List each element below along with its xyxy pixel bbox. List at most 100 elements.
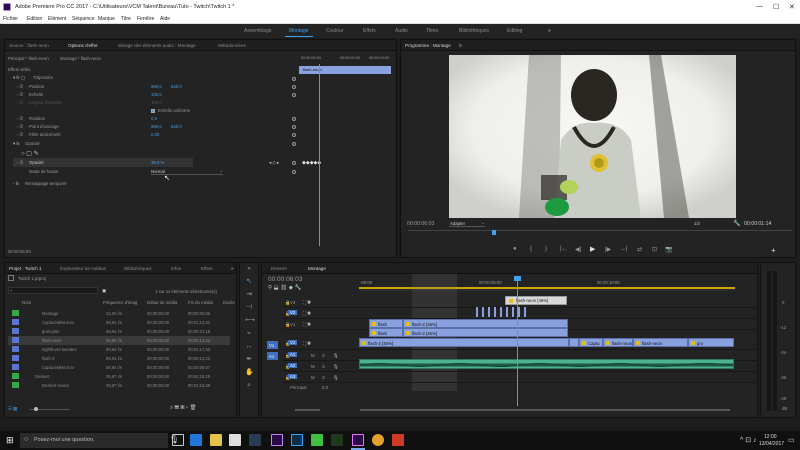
tab-effect-options[interactable]: Options d'effet [68,43,97,48]
microphone-icon[interactable]: 🎙 [333,375,338,381]
project-item[interactable]: Dessert 29,97 i/s 00;00;00;00 00;04;15;29 [8,372,230,381]
project-item[interactable]: gros-plan 59,94 i/s 00;00;00;00 00;00;21;18 [8,327,230,336]
clip-neon-b-v1[interactable]: flash-neon [633,338,688,347]
file-explorer-icon[interactable] [210,434,222,446]
workspace-couleur[interactable]: Couleur [326,28,344,34]
slip-tool-icon[interactable]: ↔ [245,343,253,351]
hamburger-menu-icon[interactable]: ≡ [459,43,462,48]
red-app-icon[interactable] [392,434,404,446]
notifications-icon[interactable]: ▭ [788,436,795,444]
eye-icon[interactable]: ⛶ ◉ [303,300,311,305]
workspace-more-icon[interactable]: » [548,28,551,34]
tab-info[interactable]: Infos [171,266,181,271]
col-media-end[interactable]: Fin du média [188,300,213,305]
stopwatch-icon[interactable]: › ⏱ [17,116,23,121]
clip-neon-a-v1[interactable]: flash-neon [603,338,633,347]
tab-program[interactable]: Programme : Montage [405,43,451,48]
prop-rotation-value[interactable]: 0,0 [151,116,157,121]
source-patch-a1[interactable]: A1 [267,352,278,360]
add-marker-icon[interactable]: ● [513,246,517,252]
tab-media-browser[interactable]: Explorateur de médias [60,266,106,271]
green-app-icon[interactable] [311,434,323,446]
resolution-value[interactable]: 1/2 [694,221,700,226]
mute-toggle[interactable]: M [311,375,315,380]
stopwatch-icon[interactable]: › ⏱ [17,124,23,129]
keyframe-nav-icon[interactable]: ◂ ◇ ▸ [269,160,279,166]
microphone-icon[interactable]: 🎙 [333,353,338,359]
chrome-icon[interactable] [372,434,384,446]
reset-icon[interactable] [292,133,296,137]
taskbar-search-box[interactable]: ○ Posez-moi une question. [20,433,168,448]
hand-tool-icon[interactable]: ✋ [245,369,254,377]
track-name-a1[interactable]: A1 [288,352,298,357]
project-footer-icons[interactable]: ⌕ ▤ ▣ ▫ 🗑 [170,405,197,412]
minimize-button[interactable]: — [756,3,763,10]
taskbar-date[interactable]: 13/04/2017 [759,441,784,447]
taskbar-time[interactable]: 12:00 [764,434,777,440]
tab-effects[interactable]: Effets [201,266,213,271]
time-remap-label[interactable]: Remappage temporel [25,181,66,186]
list-view-icon[interactable]: ☰ ▦ [8,406,17,412]
rolling-edit-tool-icon[interactable]: ⟷ [245,317,255,325]
source-patch-v1[interactable]: V1 [267,341,278,349]
program-timecode[interactable]: 00:00:06:03 [407,221,434,227]
lift-icon[interactable]: ⇄ [637,246,642,253]
effect-timecode[interactable]: 00:00:06:03 [8,249,31,254]
menu-sequence[interactable]: Séquence [72,16,95,22]
clip-flash-v2[interactable]: flash [369,328,403,337]
premiere-pro-icon[interactable] [352,434,364,446]
prop-anchor-x[interactable]: 960,0 [151,124,162,129]
mute-toggle[interactable]: M [311,364,315,369]
clip-flash-2-v2b[interactable]: flash-2 [46%] [403,328,568,337]
after-effects-icon[interactable] [271,434,283,446]
track-name-a3[interactable]: A3 [288,374,298,379]
blend-mode-select[interactable]: Normal ⌄ [151,168,223,175]
stopwatch-icon[interactable]: › ⏱ [17,84,23,89]
tab-libraries[interactable]: Bibliothèques [124,266,152,271]
selection-tool-icon[interactable]: ↖ [245,278,253,286]
project-item[interactable]: flash-2 59,94 i/s 00;00;00;00 00;00;13;22 [8,354,230,363]
track-name-v1-target[interactable]: V1 [288,340,298,345]
step-back-icon[interactable]: ◀| [575,246,581,253]
timeline-horizontal-scroll[interactable] [360,409,730,411]
prop-position-x[interactable]: 960,0 [151,84,162,89]
menu-aide[interactable]: Aide [160,16,170,22]
export-frame-icon[interactable]: 📷 [665,246,672,253]
solo-toggle[interactable]: S [322,364,325,369]
project-search-input[interactable]: ⌕ [8,287,98,294]
col-framerate[interactable]: Fréquence d'imag [103,300,137,305]
timeline-timecode[interactable]: 00:00:06:03 [268,276,302,283]
stopwatch-icon[interactable]: › ⏱ [17,92,23,97]
clip-captu-v1[interactable]: Captu [579,338,603,347]
project-more-icon[interactable]: » [231,266,234,271]
workspace-bibliotheques[interactable]: Bibliothèques [459,28,489,34]
windows-start-icon[interactable]: ⊞ [6,435,14,446]
workspace-audio[interactable]: Audio [395,28,408,34]
effect-playhead[interactable] [319,64,320,246]
tab-metadata[interactable]: Métadonnées [218,43,246,48]
extract-icon[interactable]: ⊡ [652,246,657,253]
program-scrub-bar[interactable] [408,230,792,231]
reset-icon[interactable] [292,170,296,174]
eye-icon[interactable]: ⛶ ◉ [303,322,311,327]
clip-gro-v1[interactable]: gro [688,338,734,347]
zoom-tool-icon[interactable]: ⌕ [245,382,253,390]
project-item[interactable]: Dessert scend 29,97 i/s 00;00;00;00 00;04;1… [8,381,230,390]
project-item[interactable]: CaptureMiM.mov 59,94 i/s 00;00;00;00 00;01;… [8,318,230,327]
stopwatch-icon-active[interactable]: › ⏱ [17,160,23,165]
wrench-icon[interactable]: 🔧 [733,220,740,227]
microphone-icon[interactable]: 🎙 [333,364,338,370]
stacked-flash-clips[interactable] [476,307,526,317]
close-button[interactable]: ✕ [789,3,795,11]
reset-icon[interactable] [292,93,296,97]
reset-icon[interactable] [292,125,296,129]
menu-fichier[interactable]: Fichier [3,16,18,22]
motion-label[interactable]: Trajectoire [33,75,53,80]
system-tray-icons[interactable]: ^ ⊡ ♪ [740,436,757,444]
reset-icon[interactable] [292,142,296,146]
clip-short-v1[interactable] [569,338,579,347]
step-forward-icon[interactable]: |▶ [605,246,611,253]
zoom-slider-handle[interactable] [34,407,38,411]
project-item[interactable]: Montage 24,00 i/s 00;00;00;00 00;00;06;05 [8,309,230,318]
workspace-titres[interactable]: Titres [426,28,438,34]
